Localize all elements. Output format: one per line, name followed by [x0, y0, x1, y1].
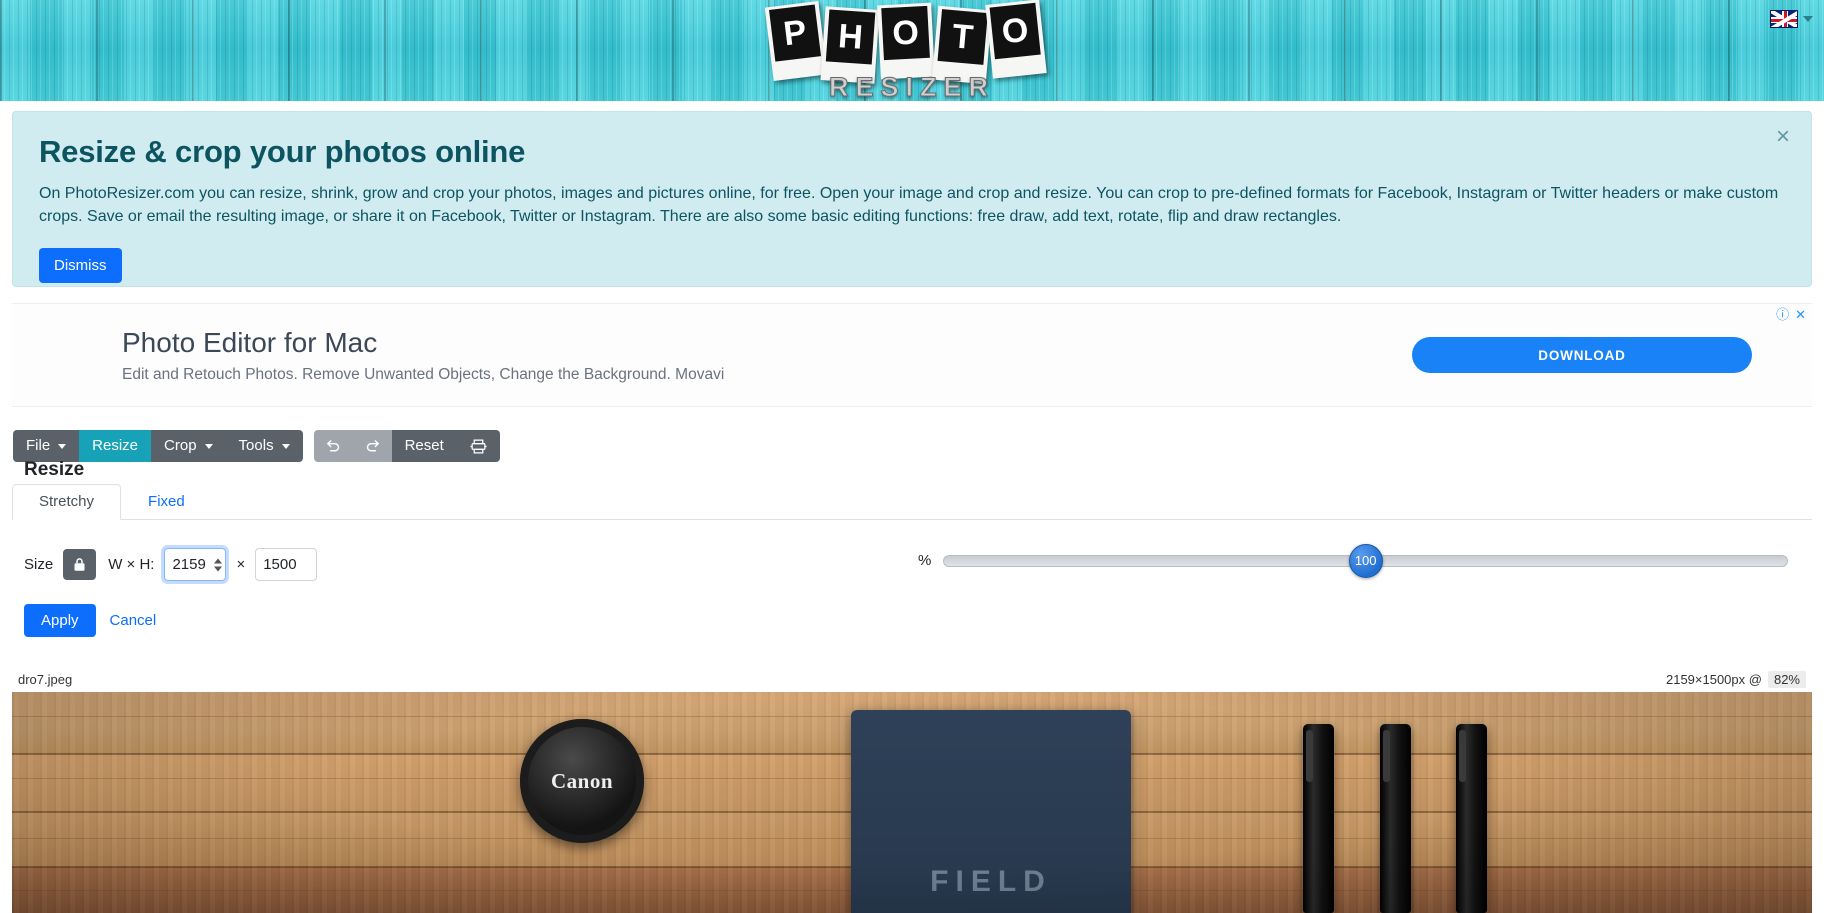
logo-letter-tile: O: [877, 2, 935, 80]
chevron-down-icon: [281, 443, 290, 449]
dimensions-label: 2159×1500px @: [1665, 671, 1762, 687]
info-icon[interactable]: ⓘ: [1776, 308, 1789, 321]
menu-button-group: File Resize Crop Tools: [13, 430, 303, 462]
height-input[interactable]: [256, 549, 317, 580]
logo-letter: O: [881, 5, 930, 61]
logo-letter: P: [769, 4, 822, 62]
print-button[interactable]: [456, 430, 500, 462]
redo-icon: [366, 439, 379, 451]
menu-resize-label: Resize: [92, 437, 139, 454]
redo-button[interactable]: [352, 430, 392, 462]
aspect-lock-button[interactable]: [63, 549, 97, 580]
banner-title: Resize & crop your photos online: [39, 134, 526, 169]
lock-icon: [74, 558, 85, 571]
print-icon: [470, 438, 487, 454]
zoom-level: 82%: [1767, 670, 1806, 688]
chevron-down-icon: [204, 443, 213, 449]
chevron-down-icon: [58, 443, 67, 449]
site-header: P H O T O RESIZER: [0, 0, 1824, 101]
stepper-down-icon[interactable]: [214, 566, 223, 571]
panel-actions: Apply Cancel: [24, 604, 156, 637]
info-banner: × Resize & crop your photos online On Ph…: [12, 111, 1812, 287]
percent-slider[interactable]: 100: [943, 543, 1788, 578]
status-bar: dro7.jpeg 2159×1500px @ 82%: [12, 667, 1812, 691]
menu-resize[interactable]: Resize: [79, 430, 152, 462]
chevron-down-icon: [1803, 16, 1813, 22]
multiply-symbol: ×: [236, 556, 246, 573]
ad-choices: ⓘ ✕: [1776, 308, 1806, 321]
logo-subtitle: RESIZER: [828, 72, 996, 102]
reset-button[interactable]: Reset: [391, 430, 457, 462]
uk-flag-icon: [1770, 10, 1798, 28]
apply-button[interactable]: Apply: [24, 604, 96, 637]
ad-text: Photo Editor for Mac Edit and Retouch Ph…: [122, 326, 724, 385]
resize-tabs: Stretchy Fixed: [12, 484, 1812, 520]
logo-letter-tile: O: [985, 0, 1047, 79]
tab-stretchy[interactable]: Stretchy: [12, 484, 122, 520]
dismiss-button[interactable]: Dismiss: [39, 248, 122, 284]
undo-button[interactable]: [313, 430, 353, 462]
filename-label: dro7.jpeg: [18, 671, 73, 687]
menu-crop-label: Crop: [164, 437, 197, 454]
image-info: 2159×1500px @ 82%: [1665, 670, 1806, 688]
logo-polaroids: P H O T O: [764, 0, 1057, 85]
close-icon[interactable]: ×: [1770, 124, 1796, 150]
menu-tools[interactable]: Tools: [225, 430, 303, 462]
language-selector[interactable]: [1767, 8, 1816, 30]
logo-letter-tile: P: [764, 0, 828, 82]
close-icon[interactable]: ✕: [1795, 308, 1806, 321]
tab-fixed[interactable]: Fixed: [121, 484, 212, 520]
logo-letter: H: [825, 9, 876, 65]
reset-label: Reset: [404, 437, 444, 454]
percent-slider-thumb[interactable]: 100: [1348, 543, 1383, 578]
size-controls: Size W × H: ×: [24, 548, 318, 581]
percent-label: %: [918, 552, 932, 569]
height-field[interactable]: [255, 548, 318, 581]
stepper-up-icon[interactable]: [214, 558, 223, 563]
ad-subtitle: Edit and Retouch Photos. Remove Unwanted…: [122, 366, 725, 384]
menu-crop[interactable]: Crop: [151, 430, 226, 462]
width-stepper[interactable]: [214, 558, 223, 571]
photo-image: Canon FIELD: [12, 692, 1812, 913]
undo-icon: [326, 439, 339, 451]
cancel-link[interactable]: Cancel: [110, 612, 157, 629]
advertisement[interactable]: ⓘ ✕ Photo Editor for Mac Edit and Retouc…: [12, 303, 1812, 407]
logo-letter: T: [937, 9, 988, 65]
image-canvas[interactable]: Canon FIELD: [12, 692, 1812, 913]
history-button-group: Reset: [313, 430, 500, 462]
menu-file[interactable]: File: [13, 430, 80, 462]
editor-toolbar: File Resize Crop Tools Reset: [13, 430, 500, 462]
menu-tools-label: Tools: [238, 437, 274, 454]
site-logo: P H O T O RESIZER: [764, 0, 1057, 102]
banner-body: On PhotoResizer.com you can resize, shri…: [39, 184, 1779, 225]
download-button[interactable]: DOWNLOAD: [1412, 337, 1752, 373]
size-label: Size: [24, 556, 54, 573]
width-field[interactable]: [164, 548, 227, 581]
wh-label: W × H:: [108, 556, 155, 573]
percent-slider-row: % 100: [918, 543, 1788, 578]
menu-file-label: File: [26, 437, 51, 454]
logo-letter: O: [989, 2, 1041, 60]
panel-title: Resize: [24, 459, 85, 480]
ad-title: Photo Editor for Mac: [122, 326, 378, 358]
